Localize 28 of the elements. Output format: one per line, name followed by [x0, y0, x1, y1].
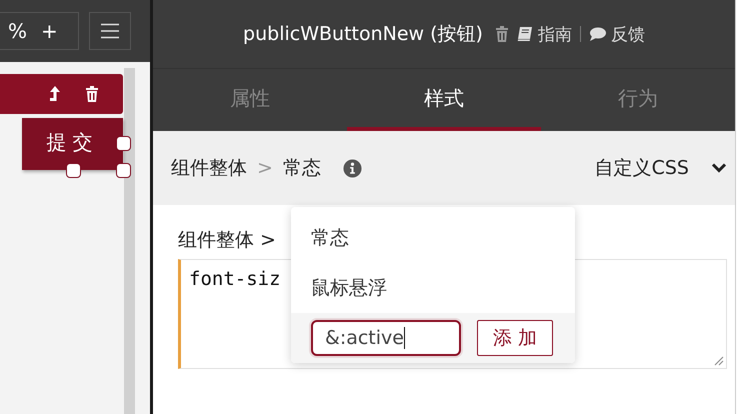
breadcrumb-state[interactable]: 常态 — [282, 155, 321, 181]
menu-button[interactable] — [89, 12, 131, 50]
css-mode-dropdown[interactable]: 自定义CSS — [594, 155, 727, 181]
breadcrumb-separator: > — [257, 157, 273, 179]
feedback-link[interactable]: 反馈 — [588, 22, 645, 46]
menu-icon — [100, 23, 120, 39]
guide-link[interactable]: 指南 — [516, 22, 572, 46]
speech-bubble-icon — [588, 27, 606, 41]
editor-label: 组件整体 > — [178, 228, 276, 253]
resize-handle[interactable] — [66, 163, 81, 178]
state-input[interactable]: &:active — [311, 320, 461, 356]
resize-handle[interactable] — [116, 163, 131, 178]
book-icon — [516, 27, 533, 41]
submit-button[interactable]: 提交 — [22, 118, 123, 170]
trash-icon[interactable] — [494, 26, 509, 42]
resize-grip-icon[interactable] — [714, 356, 724, 366]
trash-icon[interactable] — [85, 86, 99, 102]
code-text: font-siz — [189, 268, 281, 290]
chevron-down-icon — [711, 162, 727, 174]
zoom-percent: % — [8, 19, 28, 43]
add-button[interactable]: 添 加 — [477, 320, 553, 356]
component-title: publicWButtonNew (按钮) — [243, 22, 483, 47]
breadcrumb-path: 组件整体 — [171, 156, 247, 181]
info-icon[interactable] — [342, 158, 362, 178]
menu-item[interactable]: 鼠标悬浮 — [291, 263, 575, 313]
resize-handle[interactable] — [116, 136, 131, 151]
zoom-in-button[interactable]: + — [41, 19, 58, 43]
move-up-icon[interactable] — [49, 86, 61, 102]
